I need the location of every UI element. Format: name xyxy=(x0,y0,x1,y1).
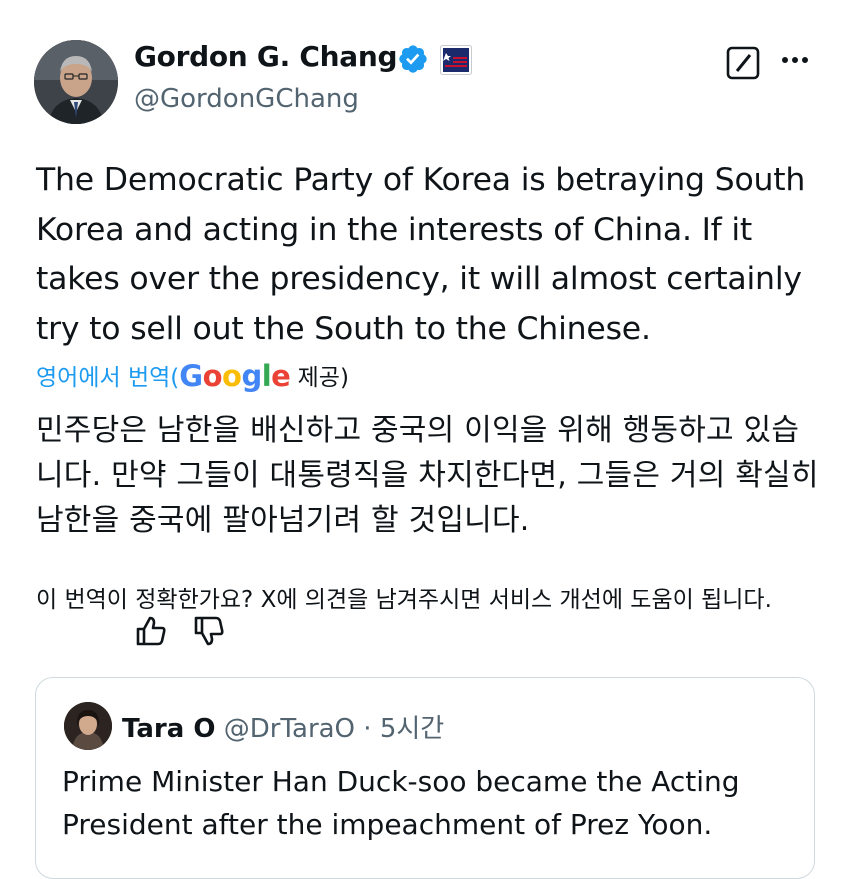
provider-suffix: 제공) xyxy=(290,365,349,391)
thumbs-down-icon[interactable] xyxy=(192,614,226,648)
cpac-affiliate-badge-icon[interactable] xyxy=(440,45,472,75)
translation-feedback-prompt: 이 번역이 정확한가요? X에 의견을 남겨주시면 서비스 개선에 도움이 됩니… xyxy=(36,587,772,613)
grok-icon[interactable] xyxy=(726,46,760,80)
tweet-text: The Democratic Party of Korea is betrayi… xyxy=(36,162,806,347)
quoted-tweet-text: Prime Minister Han Duck-soo became the A… xyxy=(62,765,740,841)
translated-from-label[interactable]: 영어에서 번역( xyxy=(36,365,179,391)
quoted-author-avatar[interactable] xyxy=(64,702,112,750)
author-avatar-image xyxy=(34,40,118,124)
quoted-tweet-header: Tara O @DrTaraO · 5시간 xyxy=(122,708,444,745)
translated-text: 민주당은 남한을 배신하고 중국의 이익을 위해 행동하고 있습니다. 만약 그… xyxy=(36,413,819,538)
quoted-separator: · xyxy=(355,714,380,744)
verified-badge-icon[interactable] xyxy=(397,43,429,75)
author-name[interactable]: Gordon G. Chang xyxy=(134,40,398,73)
author-avatar[interactable] xyxy=(34,40,118,124)
quoted-timestamp[interactable]: 5시간 xyxy=(380,714,444,744)
author-handle[interactable]: @GordonGChang xyxy=(134,84,359,114)
quoted-author-handle[interactable]: @DrTaraO xyxy=(224,714,355,744)
google-logo: Google xyxy=(179,359,291,393)
quoted-author-name[interactable]: Tara O xyxy=(122,714,215,744)
quoted-author-avatar-image xyxy=(64,702,112,750)
translation-attribution[interactable]: 영어에서 번역(Google 제공) xyxy=(36,359,349,395)
thumbs-up-icon[interactable] xyxy=(134,614,168,648)
more-options-icon[interactable] xyxy=(778,48,812,72)
